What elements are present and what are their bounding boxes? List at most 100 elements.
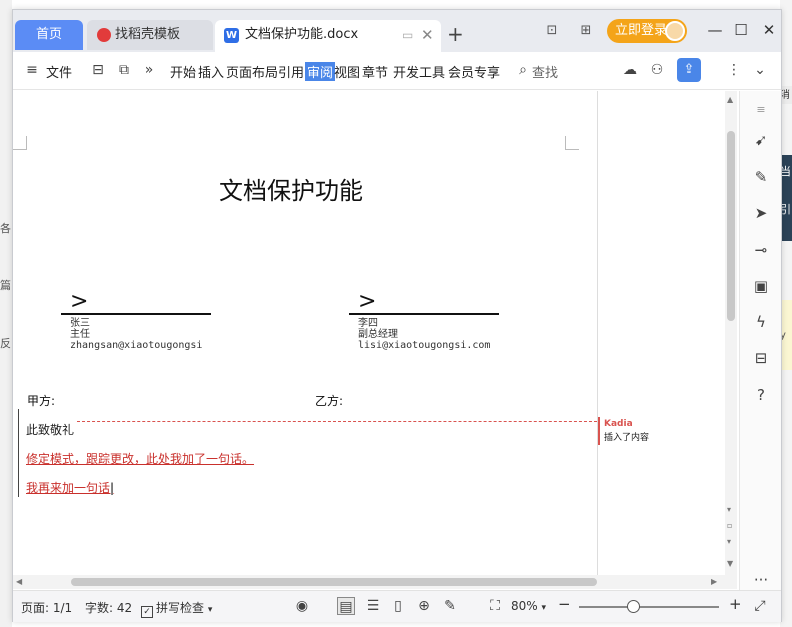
- page-view-icon[interactable]: ▤: [337, 597, 355, 615]
- word-count[interactable]: 字数: 42: [85, 599, 132, 616]
- image-tools-icon[interactable]: ▣: [752, 277, 770, 295]
- horizontal-scrollbar[interactable]: ◀ ▶: [13, 575, 737, 589]
- zoom-level[interactable]: 80% ▾: [511, 599, 546, 613]
- tab-references[interactable]: 引用: [278, 62, 304, 81]
- tab-document[interactable]: W 文档保护功能.docx ▭ ✕: [215, 20, 441, 52]
- eye-protection-icon[interactable]: ◉: [293, 597, 311, 615]
- tab-home[interactable]: 首页: [15, 20, 83, 50]
- scroll-thumb[interactable]: [727, 131, 735, 321]
- revision-change-bar: [18, 409, 19, 497]
- menu-file[interactable]: 文件: [46, 62, 72, 81]
- close-tab-icon[interactable]: ✕: [421, 20, 434, 50]
- share-button[interactable]: ⇪: [677, 58, 701, 82]
- comment-author: Kadia: [604, 419, 633, 429]
- collapse-ribbon-icon[interactable]: ⌄: [751, 61, 769, 79]
- docer-logo-icon: [97, 28, 111, 42]
- more-chevron-icon[interactable]: »: [140, 61, 158, 79]
- page-indicator[interactable]: 页面: 1/1: [21, 599, 72, 616]
- scroll-thumb[interactable]: [71, 578, 597, 586]
- tab-insert[interactable]: 插入: [198, 62, 224, 81]
- close-window-icon[interactable]: ✕: [759, 20, 779, 40]
- signature-mark-icon: >: [70, 289, 89, 314]
- revision-pane: Kadia 插入了内容: [597, 91, 723, 575]
- scroll-right-icon[interactable]: ▶: [711, 577, 717, 586]
- lightning-icon[interactable]: ϟ: [752, 313, 770, 331]
- reading-view-icon[interactable]: ▯: [389, 597, 407, 615]
- zoom-slider[interactable]: [579, 606, 719, 608]
- write-mode-icon[interactable]: ✎: [441, 597, 459, 615]
- scroll-down-icon[interactable]: ▼: [727, 559, 733, 568]
- party-b-label[interactable]: 乙方:: [315, 392, 343, 409]
- select-cursor-icon[interactable]: ➤: [752, 204, 770, 222]
- minimize-icon[interactable]: —: [705, 20, 725, 40]
- tab-template[interactable]: 找稻壳模板: [87, 20, 213, 50]
- tab-developer[interactable]: 开发工具: [393, 62, 445, 81]
- pen-icon[interactable]: ✎: [752, 168, 770, 186]
- book-search-icon[interactable]: ⊟: [752, 349, 770, 367]
- menu-bar: ≡ 文件 ⊟ ⧉ » 开始 插入 页面布局 引用 审阅 视图 章节 开发工具 会…: [13, 52, 781, 90]
- scroll-left-icon[interactable]: ◀: [16, 577, 22, 586]
- vertical-scrollbar[interactable]: ▲ ▾ ▫ ▾ ▼: [725, 91, 737, 575]
- maximize-icon[interactable]: ☐: [731, 20, 751, 40]
- revision-comment[interactable]: Kadia 插入了内容: [598, 417, 649, 445]
- tab-start[interactable]: 开始: [170, 62, 196, 81]
- adjust-icon[interactable]: ⊸: [752, 241, 770, 259]
- scroll-up-icon[interactable]: ▲: [727, 95, 733, 104]
- add-user-icon[interactable]: ⚇: [648, 61, 666, 79]
- chevron-down-icon: ▾: [541, 603, 547, 613]
- hamburger-icon[interactable]: ≡: [23, 61, 41, 79]
- zoom-slider-knob[interactable]: [627, 600, 640, 613]
- search-icon[interactable]: ⌕: [514, 61, 532, 79]
- tab-review[interactable]: 审阅: [305, 62, 336, 81]
- comment-connector: [77, 421, 597, 422]
- bg-text: 各: [0, 222, 11, 235]
- cloud-sync-icon[interactable]: ☁: [621, 61, 639, 79]
- save-icon[interactable]: ⊟: [89, 61, 107, 79]
- tab-template-label: 找稻壳模板: [115, 27, 181, 42]
- fit-page-icon[interactable]: ⛶: [486, 597, 504, 615]
- party-a-label[interactable]: 甲方:: [27, 392, 55, 409]
- body-line[interactable]: 此致敬礼: [26, 421, 74, 438]
- new-tab-icon[interactable]: +: [447, 22, 464, 46]
- float-window-icon[interactable]: ▭: [402, 20, 413, 50]
- search-label[interactable]: 查找: [532, 62, 558, 81]
- export-icon[interactable]: ⧉: [115, 61, 133, 79]
- prev-page-icon[interactable]: ▾: [727, 505, 731, 514]
- rocket-icon[interactable]: ➹: [752, 131, 770, 149]
- next-page-icon[interactable]: ▾: [727, 537, 731, 546]
- signer-email: zhangsan@xiaotougongsi: [70, 340, 203, 351]
- comment-text: 插入了内容: [604, 433, 650, 443]
- drag-handle-icon[interactable]: ≡: [752, 101, 770, 119]
- status-bar: 页面: 1/1 字数: 42 ✓ 拼写检查 ▾ ◉ ▤ ☰ ▯ ⊕ ✎ ⛶ 80%…: [13, 590, 781, 622]
- fullscreen-icon[interactable]: ⤢: [751, 597, 769, 615]
- tab-view[interactable]: 视图: [334, 62, 360, 81]
- tab-document-label: 文档保护功能.docx: [245, 27, 359, 42]
- layout-toggle-icon[interactable]: ⊡: [543, 22, 561, 40]
- signature-mark-icon: >: [358, 289, 377, 314]
- document-title[interactable]: 文档保护功能: [219, 171, 363, 206]
- apps-grid-icon[interactable]: ⊞: [577, 22, 595, 40]
- signature-right[interactable]: > 李四 副总经理 lisi@xiaotougongsi.com: [349, 289, 499, 351]
- bg-text: 篇: [0, 279, 11, 292]
- revision-line[interactable]: 修定模式，跟踪更改，此处我加了一句话。: [26, 450, 254, 467]
- outline-view-icon[interactable]: ☰: [364, 597, 382, 615]
- spell-check-button[interactable]: ✓ 拼写检查 ▾: [141, 599, 212, 618]
- signer-name: 张三: [70, 318, 90, 329]
- help-icon[interactable]: ?: [752, 386, 770, 404]
- text-cursor: |: [110, 481, 115, 495]
- web-view-icon[interactable]: ⊕: [415, 597, 433, 615]
- zoom-out-button[interactable]: −: [558, 595, 571, 613]
- tab-chapter[interactable]: 章节: [362, 62, 388, 81]
- signature-left[interactable]: > 张三 主任 zhangsan@xiaotougongsi: [61, 289, 211, 351]
- document-canvas[interactable]: 文档保护功能 > 张三 主任 zhangsan@xiaotougongsi > …: [13, 91, 737, 575]
- background-left-strip: 各 篇 反: [0, 0, 12, 627]
- more-dots-icon[interactable]: ···: [752, 571, 770, 589]
- select-browse-icon[interactable]: ▫: [727, 521, 732, 530]
- tab-member[interactable]: 会员专享: [448, 62, 500, 81]
- more-options-icon[interactable]: ⋮: [725, 61, 743, 79]
- login-button[interactable]: 立即登录: [607, 19, 687, 43]
- zoom-in-button[interactable]: +: [729, 595, 742, 613]
- revision-text: 我再来加一句话: [26, 481, 111, 495]
- revision-line[interactable]: 我再来加一句话|: [26, 479, 114, 496]
- tab-page-layout[interactable]: 页面布局: [226, 62, 278, 81]
